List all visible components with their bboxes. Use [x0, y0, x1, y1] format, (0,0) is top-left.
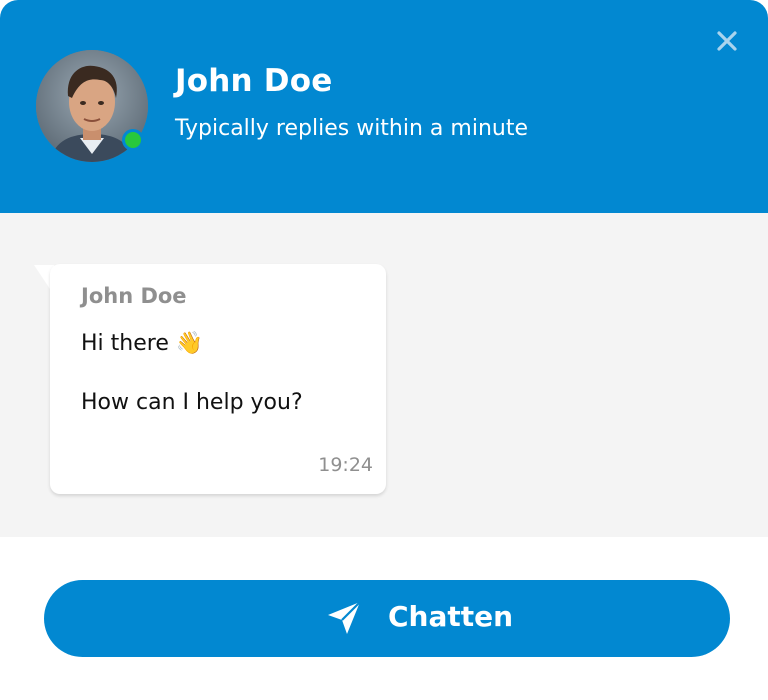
agent-status-text: Typically replies within a minute	[175, 116, 528, 141]
start-chat-button[interactable]: Chatten	[44, 580, 730, 657]
chat-footer: Chatten	[0, 537, 768, 700]
close-icon	[717, 31, 737, 51]
agent-name: John Doe	[175, 63, 333, 99]
message-timestamp: 19:24	[318, 454, 373, 476]
chat-header: John Doe Typically replies within a minu…	[0, 0, 768, 213]
close-button[interactable]	[712, 26, 742, 56]
start-chat-button-label: Chatten	[388, 600, 514, 633]
online-status-dot	[122, 129, 144, 151]
message-author: John Doe	[81, 284, 187, 308]
chat-widget: John Doe Typically replies within a minu…	[0, 0, 768, 700]
message-text-line: How can I help you?	[81, 390, 303, 415]
chat-messages-area: John Doe Hi there 👋 How can I help you? …	[0, 213, 768, 537]
agent-avatar-container	[36, 50, 148, 162]
send-icon	[328, 601, 361, 634]
message-bubble: John Doe Hi there 👋 How can I help you? …	[50, 264, 386, 494]
message-text-line: Hi there 👋	[81, 331, 204, 356]
